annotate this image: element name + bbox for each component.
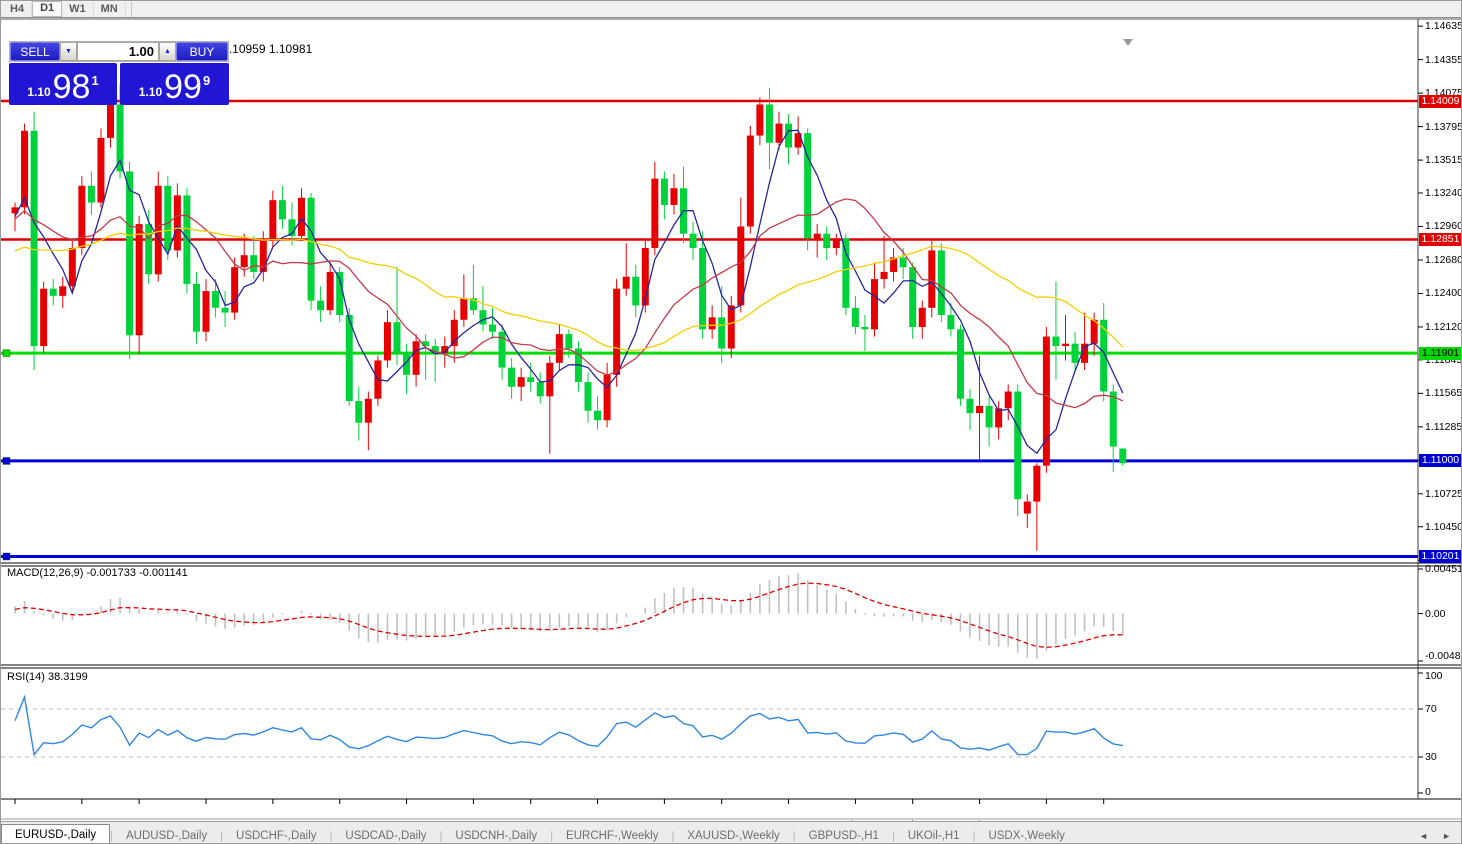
toolbar-separator [126,1,132,17]
sell-price-pip: 1 [91,73,99,88]
timeframe-button-w1[interactable]: W1 [62,1,94,17]
buy-price-display: 1.10 99 9 [120,63,229,105]
one-click-trading-panel: SELL ▼ 1.00 ▲ BUY 1.10 98 1 1.10 99 9 [9,41,229,106]
buy-button[interactable]: BUY [176,42,228,61]
price-tick-label: 1.13795 [1425,120,1462,133]
price-tick-label: 1.14355 [1425,53,1462,66]
timeframe-button-mn[interactable]: MN [94,1,126,17]
sell-price-big: 98 [52,68,91,106]
price-level-badge: 1.10201 [1419,550,1461,563]
price-tick-label: 1.11285 [1425,420,1462,433]
chart-tab-usdcnh-daily[interactable]: USDCNH-,Daily [442,826,550,843]
macd-tick-label: 0.00 [1425,607,1446,620]
chart-tab-bar: EURUSD-,Daily | AUDUSD-,Daily | USDCHF-,Dail… [1,821,1461,843]
chart-tab-eurchf-weekly[interactable]: EURCHF-,Weekly [553,826,671,843]
price-tick-label: 1.13515 [1425,154,1462,167]
price-tick-label: 1.11565 [1425,387,1462,400]
mt4-window: H4D1W1MN ▲EURUSD-,Daily 1.11103 1.11107 … [0,0,1462,844]
rsi-tick-label: 100 [1425,670,1443,682]
rsi-tick-label: 70 [1425,703,1437,715]
price-tick-label: 1.14635 [1425,20,1462,33]
chart-shift-icon [1123,39,1133,46]
rsi-tick-label: 0 [1425,786,1431,798]
price-level-badge: 1.11000 [1419,454,1461,468]
line-drag-handle [2,349,11,358]
line-drag-handle [2,552,11,561]
price-tick-label: 1.12680 [1425,253,1462,266]
tab-scroll-arrows: ◄ ► [1407,826,1461,843]
macd-tick-label: 0.004517 [1425,563,1461,575]
sell-button[interactable]: SELL [10,42,60,61]
chart-window[interactable]: ▲EURUSD-,Daily 1.11103 1.11107 1.10959 1… [1,18,1462,831]
chart-tab-gbpusd-h1[interactable]: GBPUSD-,H1 [796,826,892,843]
chart-tab-xauusd-weekly[interactable]: XAUUSD-,Weekly [674,826,792,843]
price-level-badge: 1.14009 [1419,94,1461,108]
volume-input[interactable]: 1.00 [77,42,159,61]
buy-price-pip: 9 [202,73,211,88]
price-tick-label: 1.13240 [1425,186,1462,199]
chart-tab-ukoil-h1[interactable]: UKOil-,H1 [895,826,973,843]
sell-price-display: 1.10 98 1 [9,63,117,105]
price-level-badge: 1.11901 [1419,346,1461,360]
line-drag-handle [2,456,11,465]
trade-panel-controls: SELL ▼ 1.00 ▲ BUY [9,41,229,62]
buy-price-big: 99 [164,68,202,106]
chart-tab-usdcad-daily[interactable]: USDCAD-,Daily [332,826,439,843]
rsi-tick-label: 30 [1425,751,1437,763]
chart-tab-usdx-weekly[interactable]: USDX-,Weekly [975,826,1077,843]
price-tick-label: 1.12120 [1425,320,1462,333]
chart-tab-audusd-daily[interactable]: AUDUSD-,Daily [113,826,220,843]
price-chart-canvas[interactable] [1,18,1462,821]
tab-scroll-left-button[interactable]: ◄ [1419,831,1428,841]
volume-increase-button[interactable]: ▲ [159,42,176,61]
volume-decrease-button[interactable]: ▼ [60,42,77,61]
macd-label: MACD(12,26,9) -0.001733 -0.001141 [7,567,188,579]
chart-tab-usdchf-daily[interactable]: USDCHF-,Daily [223,826,330,843]
timeframe-toolbar: H4 D1 W1 MN [1,1,1461,18]
buy-price-prefix: 1.10 [138,85,163,99]
price-tick-label: 1.10725 [1425,487,1462,500]
timeframe-button-d1[interactable]: D1 [32,1,63,17]
rsi-label: RSI(14) 38.3199 [7,671,88,683]
macd-tick-label: -0.004806 [1425,650,1461,662]
price-level-badge: 1.12851 [1419,233,1461,247]
price-tick-label: 1.10450 [1425,520,1462,533]
tab-scroll-right-button[interactable]: ► [1442,831,1451,841]
price-tick-label: 1.12400 [1425,287,1462,300]
price-tick-label: 1.12960 [1425,220,1462,233]
chart-tab-eurusd-daily[interactable]: EURUSD-,Daily [1,824,111,843]
timeframe-button-h4[interactable]: H4 [3,1,33,17]
sell-price-prefix: 1.10 [27,85,51,99]
